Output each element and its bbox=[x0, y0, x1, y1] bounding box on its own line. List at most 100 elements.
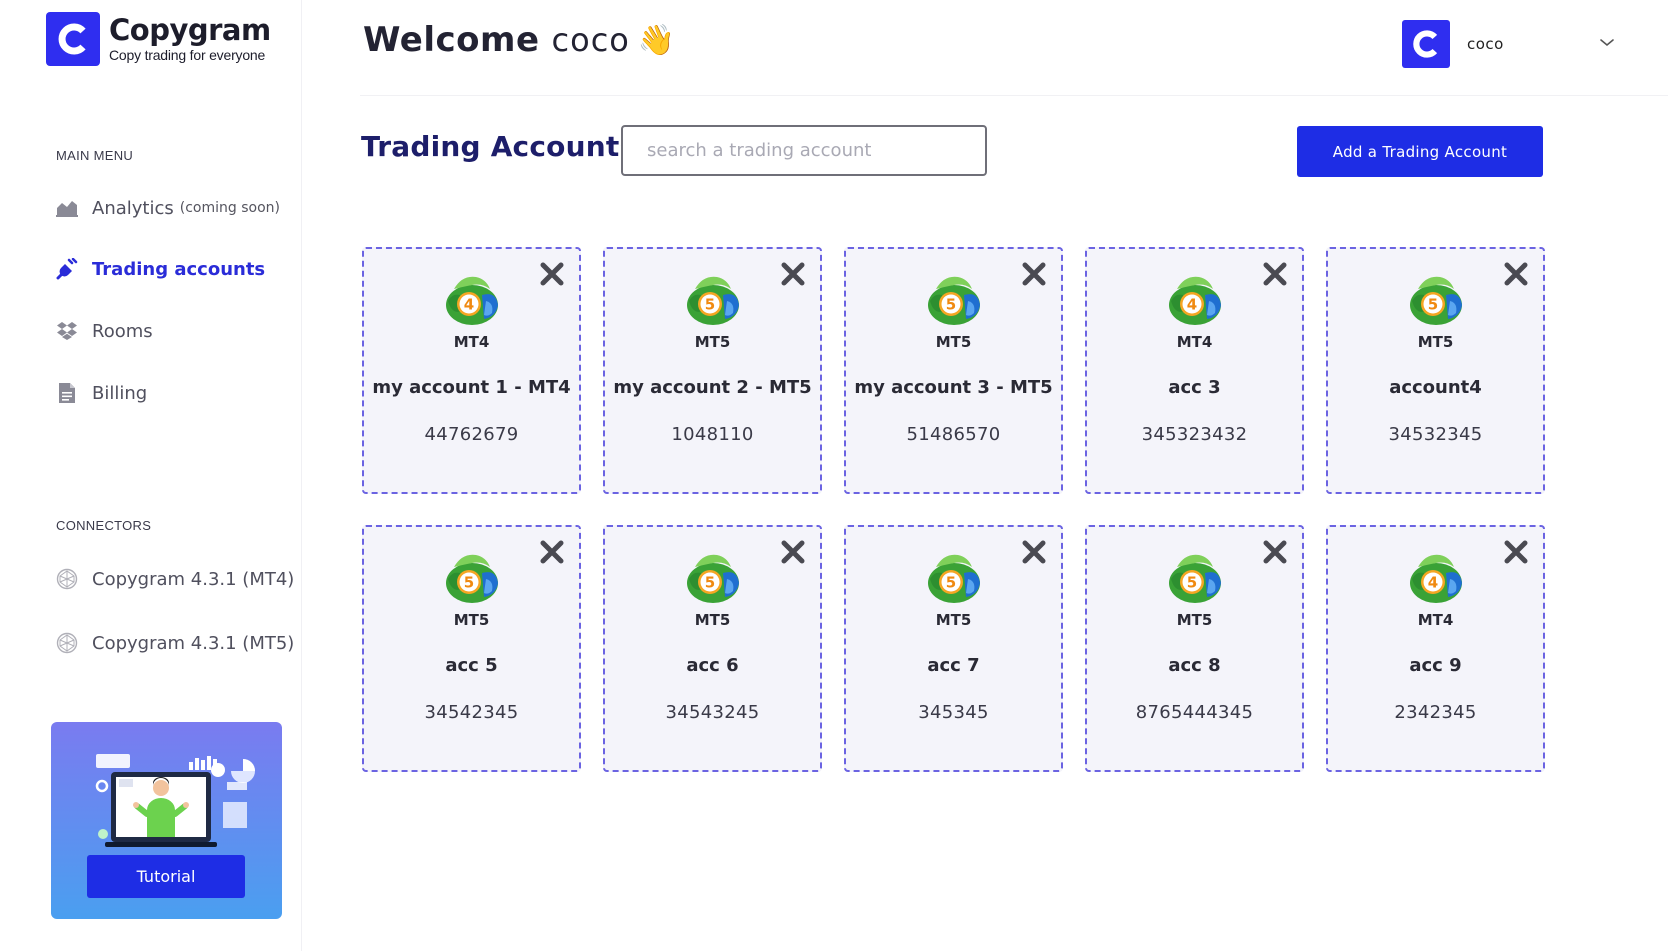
sidebar-item-billing[interactable]: Billing bbox=[56, 382, 147, 404]
user-name: coco bbox=[1467, 35, 1504, 53]
card-platform: MT4 bbox=[1417, 611, 1454, 629]
card-platform: MT5 bbox=[1176, 611, 1213, 629]
connector-icon bbox=[56, 632, 78, 654]
brand-name: Copygram bbox=[109, 13, 271, 47]
card-account-name: acc 6 bbox=[686, 655, 739, 676]
welcome-text: Welcome bbox=[363, 20, 540, 60]
card-account-name: acc 9 bbox=[1409, 655, 1462, 676]
sidebar-item-label: Billing bbox=[92, 382, 148, 404]
connector-mt4-link[interactable]: Copygram 4.3.1 (MT4) bbox=[56, 568, 294, 590]
metatrader-logo-icon: 5 bbox=[445, 554, 498, 603]
card-account-number: 345323432 bbox=[1141, 424, 1248, 445]
search-input[interactable] bbox=[621, 125, 987, 176]
close-icon[interactable] bbox=[1503, 539, 1529, 565]
close-icon[interactable] bbox=[1503, 261, 1529, 287]
header-divider bbox=[360, 95, 1668, 96]
close-icon[interactable] bbox=[1021, 261, 1047, 287]
card-platform: MT5 bbox=[1417, 333, 1454, 351]
metatrader-logo-icon: 5 bbox=[686, 276, 739, 325]
close-icon[interactable] bbox=[1262, 261, 1288, 287]
connector-icon bbox=[56, 568, 78, 590]
connector-label: Copygram 4.3.1 (MT5) bbox=[92, 632, 295, 654]
tutorial-card: Tutorial bbox=[51, 722, 282, 919]
sidebar-item-label: Rooms bbox=[92, 320, 153, 342]
sidebar: Copygram Copy trading for everyone MAIN … bbox=[0, 0, 302, 951]
account-card[interactable]: 5 MT5 acc 7 345345 bbox=[844, 525, 1063, 772]
sidebar-item-rooms[interactable]: Rooms bbox=[56, 320, 153, 342]
account-card[interactable]: 5 MT5 acc 6 34543245 bbox=[603, 525, 822, 772]
sidebar-item-label: Analytics bbox=[92, 197, 174, 219]
metatrader-logo-icon: 5 bbox=[1168, 554, 1221, 603]
welcome-heading: Welcome coco 👋 bbox=[363, 20, 675, 60]
accounts-grid: 4 MT4 my account 1 - MT4 44762679 5 MT5 … bbox=[362, 247, 1545, 772]
card-account-number: 51486570 bbox=[906, 424, 1001, 445]
card-platform: MT5 bbox=[453, 611, 490, 629]
main-menu-heading: MAIN MENU bbox=[56, 148, 134, 163]
svg-text:5: 5 bbox=[1186, 574, 1196, 592]
add-trading-account-button[interactable]: Add a Trading Account bbox=[1297, 126, 1543, 177]
svg-text:4: 4 bbox=[463, 296, 473, 314]
account-card[interactable]: 4 MT4 my account 1 - MT4 44762679 bbox=[362, 247, 581, 494]
connectors-heading: CONNECTORS bbox=[56, 518, 152, 533]
svg-text:4: 4 bbox=[1427, 574, 1437, 592]
close-icon[interactable] bbox=[780, 539, 806, 565]
chevron-down-icon[interactable] bbox=[1599, 36, 1615, 48]
brand-tagline: Copy trading for everyone bbox=[109, 47, 266, 63]
waving-hand-icon: 👋 bbox=[637, 23, 676, 57]
card-account-name: my account 1 - MT4 bbox=[372, 377, 571, 398]
card-platform: MT5 bbox=[935, 611, 972, 629]
card-account-name: acc 5 bbox=[445, 655, 498, 676]
card-platform: MT5 bbox=[694, 611, 731, 629]
tutorial-illustration bbox=[95, 754, 255, 847]
close-icon[interactable] bbox=[1021, 539, 1047, 565]
tutorial-button[interactable]: Tutorial bbox=[87, 855, 245, 898]
card-account-name: my account 2 - MT5 bbox=[613, 377, 812, 398]
metatrader-logo-icon: 4 bbox=[1409, 554, 1462, 603]
card-account-number: 44762679 bbox=[424, 424, 519, 445]
card-account-number: 1048110 bbox=[671, 424, 754, 445]
connector-mt5-link[interactable]: Copygram 4.3.1 (MT5) bbox=[56, 632, 294, 654]
sidebar-item-trading-accounts[interactable]: Trading accounts bbox=[56, 258, 265, 280]
user-menu-button[interactable]: coco bbox=[1402, 20, 1504, 68]
account-card[interactable]: 5 MT5 my account 3 - MT5 51486570 bbox=[844, 247, 1063, 494]
dropbox-icon bbox=[56, 320, 78, 342]
card-platform: MT4 bbox=[1176, 333, 1213, 351]
svg-text:5: 5 bbox=[704, 574, 714, 592]
card-account-name: my account 3 - MT5 bbox=[854, 377, 1053, 398]
card-account-number: 345345 bbox=[918, 702, 989, 723]
card-account-number: 8765444345 bbox=[1135, 702, 1254, 723]
account-card[interactable]: 4 MT4 acc 3 345323432 bbox=[1085, 247, 1304, 494]
card-account-name: account4 bbox=[1389, 377, 1482, 398]
card-account-name: acc 7 bbox=[927, 655, 980, 676]
card-platform: MT5 bbox=[694, 333, 731, 351]
card-platform: MT4 bbox=[453, 333, 490, 351]
sidebar-item-analytics[interactable]: Analytics (coming soon) bbox=[56, 197, 280, 219]
metatrader-logo-icon: 4 bbox=[1168, 276, 1221, 325]
card-account-name: acc 3 bbox=[1168, 377, 1221, 398]
brand-logo-link[interactable]: Copygram Copy trading for everyone bbox=[46, 12, 271, 66]
account-card[interactable]: 4 MT4 acc 9 2342345 bbox=[1326, 525, 1545, 772]
welcome-username: coco bbox=[551, 21, 630, 59]
metatrader-logo-icon: 5 bbox=[927, 276, 980, 325]
close-icon[interactable] bbox=[539, 539, 565, 565]
close-icon[interactable] bbox=[780, 261, 806, 287]
close-icon[interactable] bbox=[1262, 539, 1288, 565]
card-account-number: 34532345 bbox=[1388, 424, 1483, 445]
svg-text:5: 5 bbox=[463, 574, 473, 592]
card-account-number: 2342345 bbox=[1394, 702, 1477, 723]
copygram-logo-icon bbox=[46, 12, 100, 66]
svg-text:5: 5 bbox=[1427, 296, 1437, 314]
card-account-name: acc 8 bbox=[1168, 655, 1221, 676]
close-icon[interactable] bbox=[539, 261, 565, 287]
page-title: Trading Accounts bbox=[361, 130, 637, 163]
coming-soon-note: (coming soon) bbox=[179, 200, 280, 216]
svg-text:5: 5 bbox=[945, 574, 955, 592]
document-icon bbox=[56, 382, 78, 404]
account-card[interactable]: 5 MT5 account4 34532345 bbox=[1326, 247, 1545, 494]
account-card[interactable]: 5 MT5 acc 8 8765444345 bbox=[1085, 525, 1304, 772]
account-card[interactable]: 5 MT5 my account 2 - MT5 1048110 bbox=[603, 247, 822, 494]
card-account-number: 34542345 bbox=[424, 702, 519, 723]
avatar bbox=[1402, 20, 1450, 68]
svg-text:5: 5 bbox=[945, 296, 955, 314]
account-card[interactable]: 5 MT5 acc 5 34542345 bbox=[362, 525, 581, 772]
